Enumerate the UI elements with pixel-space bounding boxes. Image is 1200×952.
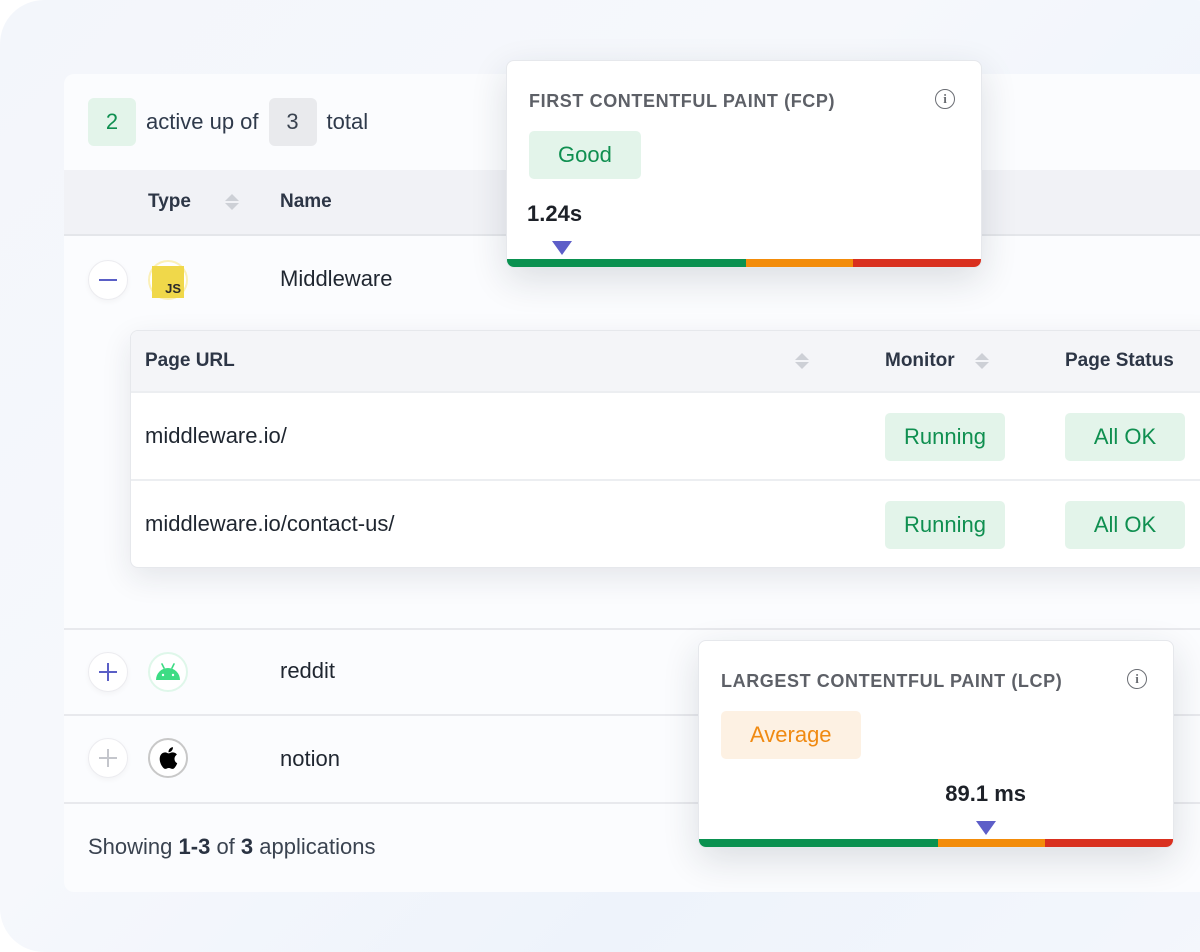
column-header-name[interactable]: Name xyxy=(280,170,332,234)
page-url[interactable]: middleware.io/contact-us/ xyxy=(145,481,394,567)
threshold-scale xyxy=(507,259,981,267)
minus-icon xyxy=(99,279,117,281)
column-header-page-status[interactable]: Page Status xyxy=(1065,331,1174,391)
column-header-page-url[interactable]: Page URL xyxy=(145,331,235,391)
subtable-row[interactable]: middleware.io/ Running All OK xyxy=(131,393,1200,481)
scale-segment-average xyxy=(938,839,1045,847)
sort-icon[interactable] xyxy=(224,194,239,210)
total-label: total xyxy=(326,109,369,134)
javascript-icon: JS xyxy=(148,260,188,300)
metric-value: 1.24s xyxy=(527,201,583,226)
subtable-row[interactable]: middleware.io/contact-us/ Running All OK xyxy=(131,481,1200,567)
scale-segment-poor xyxy=(853,259,981,267)
page-url-subtable: Page URL Monitor Page Status middleware.… xyxy=(130,330,1200,568)
column-label-type: Type xyxy=(148,191,191,212)
metric-value: 89.1 ms xyxy=(945,781,1026,806)
expand-button[interactable] xyxy=(88,738,128,778)
app-name[interactable]: notion xyxy=(280,746,340,772)
page-status-badge: All OK xyxy=(1065,501,1185,549)
info-icon[interactable]: i xyxy=(935,89,955,109)
scale-segment-good xyxy=(699,839,939,847)
metric-title: FIRST CONTENTFUL PAINT (FCP) xyxy=(529,91,836,111)
value-marker-icon xyxy=(975,821,996,835)
fcp-metric-card: FIRST CONTENTFUL PAINT (FCP) i Good 1.24… xyxy=(506,60,982,268)
page-status-badge: All OK xyxy=(1065,413,1185,461)
sort-icon[interactable] xyxy=(975,353,989,369)
scale-segment-average xyxy=(746,259,853,267)
metric-title: LARGEST CONTENTFUL PAINT (LCP) xyxy=(721,671,1063,691)
column-label-name: Name xyxy=(280,191,332,212)
collapse-button[interactable] xyxy=(88,260,128,300)
scale-segment-good xyxy=(507,259,747,267)
expand-button[interactable] xyxy=(88,652,128,692)
value-marker-icon xyxy=(551,241,572,255)
range: 1-3 xyxy=(178,834,211,859)
threshold-scale xyxy=(699,839,1173,847)
apple-icon xyxy=(148,738,188,778)
info-icon[interactable]: i xyxy=(1127,669,1147,689)
monitor-status-badge: Running xyxy=(885,413,1005,461)
subtable-header: Page URL Monitor Page Status xyxy=(131,331,1200,393)
column-header-type[interactable]: Type xyxy=(148,170,239,234)
active-label: active up of xyxy=(146,109,259,134)
android-icon xyxy=(148,652,188,692)
app-name[interactable]: reddit xyxy=(280,658,335,684)
monitor-status-badge: Running xyxy=(885,501,1005,549)
scale-segment-poor xyxy=(1045,839,1173,847)
pagination-summary: Showing 1-3 of 3 applications xyxy=(88,834,376,859)
app-name[interactable]: Middleware xyxy=(280,266,393,292)
active-summary: 2 active up of 3 total xyxy=(88,98,370,146)
lcp-metric-card: LARGEST CONTENTFUL PAINT (LCP) i Average… xyxy=(698,640,1174,848)
rating-badge: Average xyxy=(721,711,861,759)
rating-badge: Good xyxy=(529,131,641,179)
page-url[interactable]: middleware.io/ xyxy=(145,393,287,479)
sort-icon[interactable] xyxy=(795,353,809,369)
total-count-chip: 3 xyxy=(268,98,317,146)
active-count-chip: 2 xyxy=(88,98,136,146)
total: 3 xyxy=(240,834,254,859)
column-header-monitor[interactable]: Monitor xyxy=(885,331,955,391)
